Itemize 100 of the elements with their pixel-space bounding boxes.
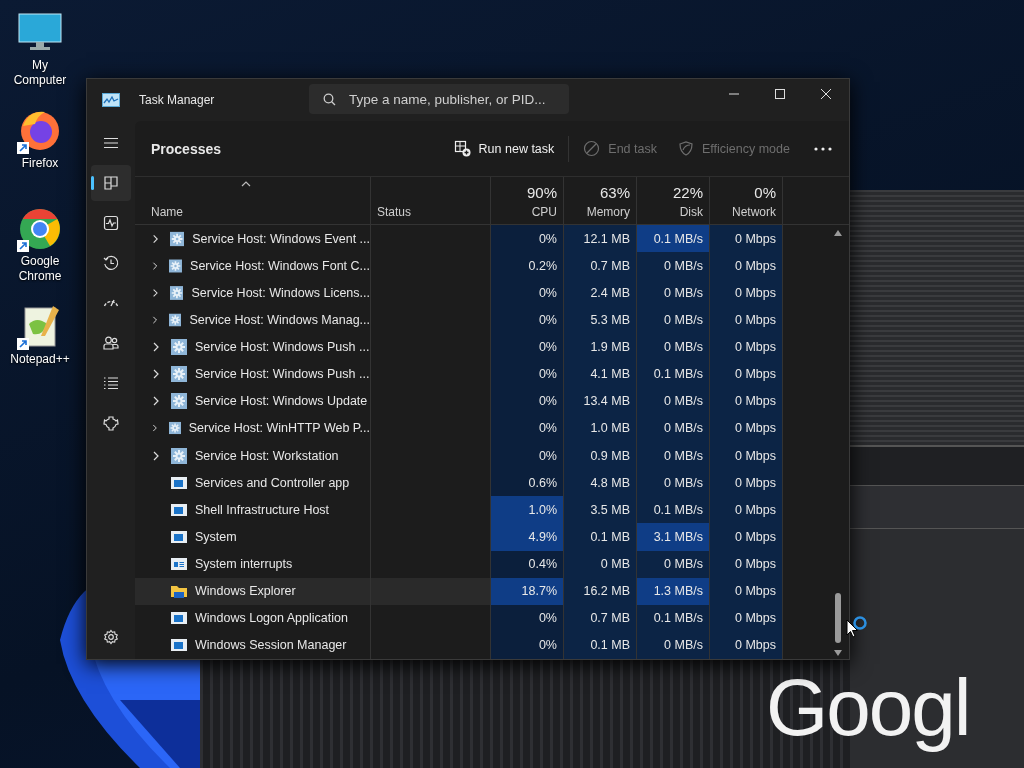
new-task-icon (453, 140, 471, 157)
maximize-icon (774, 88, 786, 100)
expand-chevron-icon[interactable] (151, 260, 160, 271)
settings-icon (103, 629, 119, 645)
cursor-icon (846, 619, 860, 639)
process-name[interactable]: Service Host: Windows Font C... (135, 252, 371, 280)
expand-chevron-icon[interactable] (151, 396, 161, 407)
gear-icon (171, 339, 187, 356)
table-cell: 0 Mbps (710, 550, 783, 578)
window-icon (171, 637, 187, 654)
table-cell: 0 MB/s (637, 252, 710, 280)
process-name[interactable]: Windows Session Manager (135, 631, 371, 659)
process-name[interactable]: Service Host: Windows Push ... (135, 360, 371, 388)
process-name[interactable]: Service Host: Windows Update (135, 387, 371, 415)
process-name[interactable]: Service Host: Workstation (135, 442, 371, 470)
table-cell: 0.1 MB (564, 631, 637, 659)
grid-icon (103, 175, 119, 191)
usage-percent: 63% (599, 184, 630, 201)
table-cell: 0% (491, 604, 564, 632)
process-name[interactable]: System (135, 523, 371, 551)
table-cell: 4.8 MB (564, 469, 637, 497)
table-cell: 0 Mbps (710, 442, 783, 470)
process-name[interactable]: Service Host: Windows Licens... (135, 279, 371, 307)
scroll-up-icon[interactable] (833, 229, 843, 237)
process-name[interactable]: Shell Infrastructure Host (135, 496, 371, 524)
column-header[interactable]: 22% Disk (637, 177, 710, 224)
table-cell: 0% (491, 442, 564, 470)
leaf-icon (676, 140, 694, 157)
column-header[interactable]: Name (135, 177, 371, 224)
gear-icon (171, 447, 187, 464)
gear-icon (171, 393, 187, 410)
usage-percent: 90% (526, 184, 557, 201)
table-cell: 0.7 MB (564, 252, 637, 280)
table-cell: 0.1 MB/s (637, 360, 710, 388)
window-title: Task Manager (139, 93, 216, 107)
desktop-icon-label: Notepad++ (9, 352, 71, 367)
table-cell: 0 Mbps (710, 306, 783, 334)
column-header[interactable]: 0% Network (710, 177, 783, 224)
search-field[interactable]: Type a name, publisher, or PID... (309, 84, 569, 114)
expand-chevron-icon[interactable] (151, 369, 161, 380)
table-cell: 0 MB/s (637, 631, 710, 659)
table-cell: 0.6% (491, 469, 564, 497)
table-cell: 1.3 MB/s (637, 577, 710, 605)
process-name[interactable]: Service Host: Windows Event ... (135, 225, 371, 253)
table-cell: 0 Mbps (710, 225, 783, 253)
window-icon (171, 528, 187, 545)
loading-ring-icon (852, 615, 868, 631)
sort-caret-icon (241, 181, 251, 187)
table-cell: 0% (491, 631, 564, 659)
column-header[interactable]: 90% CPU (491, 177, 564, 224)
table-cell: 0.1 MB/s (637, 496, 710, 524)
table-cell: 0.9 MB (564, 442, 637, 470)
process-name[interactable]: Windows Logon Application (135, 604, 371, 632)
table-cell: 0% (491, 306, 564, 334)
close-icon (820, 88, 832, 100)
expand-chevron-icon[interactable] (151, 233, 160, 244)
table-cell: 0 Mbps (710, 387, 783, 415)
table-cell: 0 MB/s (637, 306, 710, 334)
table-cell: 0 Mbps (710, 252, 783, 280)
table-cell: 3.1 MB/s (637, 523, 710, 551)
table-cell: 0 MB/s (637, 387, 710, 415)
process-name[interactable]: System interrupts (135, 550, 371, 578)
table-cell: 0 Mbps (710, 496, 783, 524)
users-icon (103, 335, 119, 351)
more-icon (814, 146, 833, 151)
table-cell: 12.1 MB (564, 225, 637, 253)
table-cell: 0.7 MB (564, 604, 637, 632)
process-name[interactable]: Windows Explorer (135, 577, 371, 605)
scroll-down-icon[interactable] (833, 649, 843, 657)
gear-icon (171, 366, 187, 383)
column-header[interactable]: Status (371, 177, 491, 224)
expand-chevron-icon[interactable] (151, 342, 161, 353)
expand-chevron-icon[interactable] (151, 450, 161, 461)
table-cell: 0.2% (491, 252, 564, 280)
gear-icon (168, 420, 181, 437)
process-name[interactable]: Service Host: Windows Manag... (135, 306, 371, 334)
process-name[interactable]: Service Host: Windows Push ... (135, 333, 371, 361)
nav-button[interactable] (91, 165, 131, 201)
page-title: Processes (151, 140, 223, 157)
table-cell: 0 Mbps (710, 360, 783, 388)
desktop-icon-label: Google Chrome (17, 254, 63, 284)
table-cell: 1.0% (491, 496, 564, 524)
process-name[interactable]: Services and Controller app (135, 469, 371, 497)
toolbar-button[interactable]: Run new task (443, 134, 565, 163)
table-cell: 0.4% (491, 550, 564, 578)
expand-chevron-icon[interactable] (151, 287, 160, 298)
table-cell: 0 Mbps (710, 604, 783, 632)
expand-chevron-icon[interactable] (151, 423, 159, 434)
desktop-icon-label: Firefox (20, 156, 60, 171)
table-cell: 0% (491, 333, 564, 361)
gear-icon (168, 311, 182, 328)
scrollbar-thumb[interactable] (835, 593, 841, 643)
table-cell: 0.1 MB/s (637, 225, 710, 253)
usage-percent: 22% (672, 184, 703, 201)
column-header[interactable]: 63% Memory (564, 177, 637, 224)
desktop-icon-label: My Computer (12, 58, 68, 88)
window-icon (171, 556, 187, 573)
process-name[interactable]: Service Host: WinHTTP Web P... (135, 414, 371, 442)
table-cell: 0 MB/s (637, 469, 710, 497)
folder-icon (171, 583, 187, 600)
